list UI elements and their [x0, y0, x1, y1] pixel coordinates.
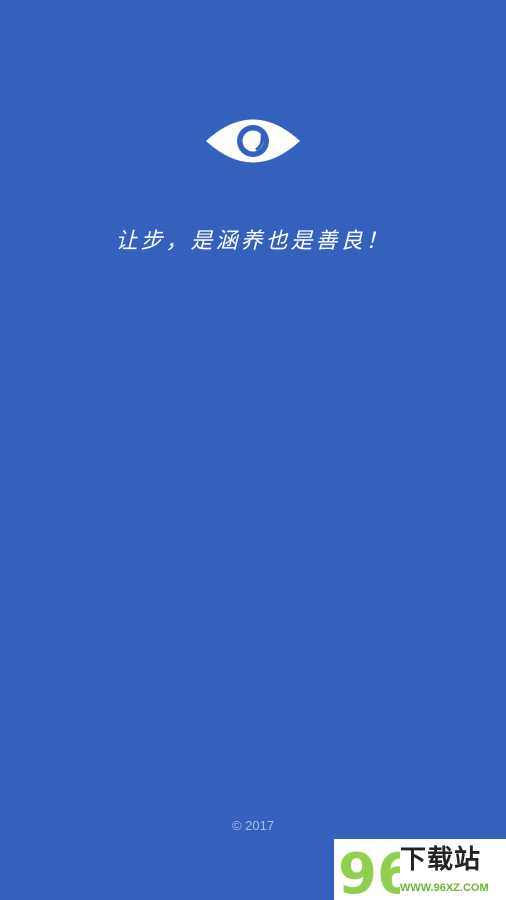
- splash-screen: 让步，是涵养也是善良！ © 2017 96 下载站 WWW.96XZ.COM: [0, 0, 506, 900]
- copyright-text: © 2017: [231, 818, 275, 833]
- eye-icon: [206, 119, 300, 163]
- site-watermark: 96 下载站 WWW.96XZ.COM: [334, 839, 506, 900]
- watermark-url: WWW.96XZ.COM: [400, 882, 489, 894]
- watermark-title: 下载站: [400, 845, 482, 875]
- slogan-text: 让步，是涵养也是善良！: [115, 229, 391, 254]
- svg-text:96: 96: [338, 842, 400, 900]
- watermark-logo-96: 96: [338, 842, 400, 900]
